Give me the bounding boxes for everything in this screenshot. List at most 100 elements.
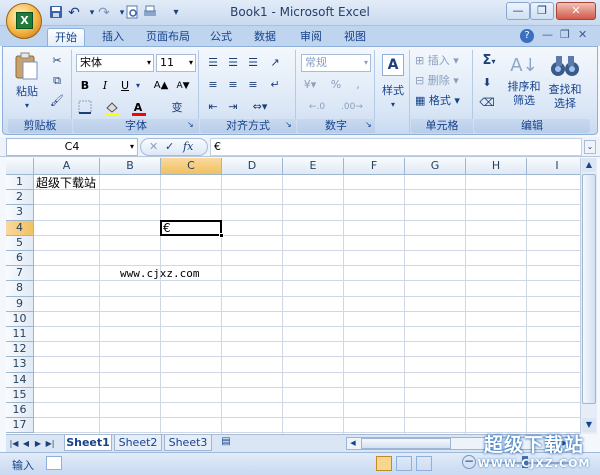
clear-icon[interactable]: ⌫ — [478, 94, 496, 111]
normal-view-icon[interactable] — [376, 456, 392, 471]
column-header[interactable]: E — [283, 158, 344, 175]
align-middle-icon[interactable]: ☰ — [224, 54, 242, 71]
orientation-icon[interactable]: ↗ — [266, 54, 284, 71]
percent-button[interactable]: % — [327, 76, 345, 93]
align-left-icon[interactable]: ≡ — [204, 76, 222, 93]
increase-decimal-button[interactable]: ←.0 — [301, 98, 333, 115]
row-header[interactable]: 5 — [6, 235, 34, 251]
autosum-button[interactable]: Σ▾ — [478, 52, 500, 69]
first-sheet-icon[interactable]: |◀ — [8, 437, 20, 451]
italic-button[interactable]: I — [96, 77, 114, 94]
help-icon[interactable]: ? — [520, 29, 534, 43]
decrease-indent-icon[interactable]: ⇤ — [204, 98, 222, 115]
bold-button[interactable]: B — [76, 77, 94, 94]
underline-dropdown-icon[interactable]: ▾ — [136, 81, 140, 90]
font-color-icon[interactable]: A — [129, 99, 147, 116]
row-header[interactable]: 6 — [6, 251, 34, 267]
delete-cells-button[interactable]: ⊟ 删除 ▾ — [415, 74, 471, 88]
workbook-restore-icon[interactable]: ❐ — [560, 28, 570, 41]
format-painter-icon[interactable]: 🖌 — [48, 92, 66, 109]
sheet-tab-sheet2[interactable]: Sheet2 — [114, 435, 162, 451]
cell-a1[interactable]: 超级下载站 — [36, 176, 96, 190]
tab-data[interactable]: 数据 — [248, 28, 282, 46]
paste-button[interactable]: 粘贴 ▾ — [12, 52, 42, 110]
row-header[interactable]: 2 — [6, 190, 34, 206]
font-name-dropdown[interactable]: 宋体 ▾ — [76, 54, 154, 72]
page-layout-view-icon[interactable] — [396, 456, 412, 471]
fill-icon[interactable]: ⬇ — [478, 74, 496, 91]
row-header[interactable]: 17 — [6, 418, 34, 434]
row-header[interactable]: 14 — [6, 372, 34, 388]
wrap-text-icon[interactable]: ↵ — [266, 76, 284, 93]
find-select-button[interactable]: 查找和 选择 — [544, 52, 586, 116]
font-size-dropdown[interactable]: 11 ▾ — [156, 54, 196, 72]
formula-input[interactable]: € — [210, 138, 582, 156]
row-header[interactable]: 9 — [6, 296, 34, 312]
tab-view[interactable]: 视图 — [338, 28, 372, 46]
copy-icon[interactable]: ⧉ — [48, 72, 66, 89]
insert-cells-button[interactable]: ⊞ 插入 ▾ — [415, 54, 471, 68]
tab-page-layout[interactable]: 页面布局 — [140, 28, 196, 46]
row-header[interactable]: 4 — [6, 220, 34, 236]
select-all-corner[interactable] — [6, 158, 34, 175]
horizontal-scroll-thumb[interactable] — [361, 438, 451, 449]
alignment-dialog-launcher-icon[interactable]: ↘ — [285, 120, 292, 129]
row-header[interactable]: 10 — [6, 311, 34, 327]
column-header[interactable]: A — [34, 158, 100, 175]
column-header[interactable]: I — [527, 158, 580, 175]
row-header[interactable]: 15 — [6, 387, 34, 403]
align-center-icon[interactable]: ≡ — [224, 76, 242, 93]
borders-icon[interactable] — [76, 99, 94, 116]
office-button[interactable]: X — [6, 3, 42, 39]
tab-home[interactable]: 开始 — [47, 28, 85, 46]
worksheet-grid[interactable]: A B C D E F G H I 1 2 3 4 5 6 7 8 9 10 11 12 13 14 15 16 17 超级下载站 €… — [6, 158, 580, 434]
enter-check-icon[interactable]: ✓ — [165, 140, 174, 153]
decrease-decimal-button[interactable]: .00→ — [335, 98, 369, 115]
close-button[interactable]: ✕ — [556, 2, 596, 20]
macro-record-icon[interactable] — [46, 456, 62, 470]
active-cell-border[interactable] — [160, 219, 222, 236]
ribbon-minimize-icon[interactable]: — — [542, 28, 553, 41]
number-format-dropdown[interactable]: 常规 ▾ — [301, 54, 371, 72]
tab-insert[interactable]: 插入 — [96, 28, 130, 46]
workbook-close-icon[interactable]: ✕ — [578, 28, 587, 41]
align-top-icon[interactable]: ☰ — [204, 54, 222, 71]
number-dialog-launcher-icon[interactable]: ↘ — [365, 120, 372, 129]
scroll-left-icon[interactable]: ◀ — [347, 438, 359, 449]
align-right-icon[interactable]: ≡ — [244, 76, 262, 93]
name-box[interactable]: C4 ▾ — [6, 138, 138, 156]
restore-button[interactable]: ❐ — [530, 2, 554, 20]
underline-button[interactable]: U — [116, 77, 134, 94]
column-header[interactable]: B — [100, 158, 161, 175]
currency-icon[interactable]: ¥▾ — [301, 76, 319, 93]
insert-sheet-icon[interactable]: ▤ — [216, 436, 236, 450]
next-sheet-icon[interactable]: ▶ — [32, 437, 44, 451]
styles-button[interactable]: A 样式 ▾ — [378, 52, 408, 114]
sheet-tab-sheet1[interactable]: Sheet1 — [64, 435, 112, 451]
row-header[interactable]: 11 — [6, 327, 34, 343]
prev-sheet-icon[interactable]: ◀ — [20, 437, 32, 451]
shrink-font-button[interactable]: A▼ — [173, 77, 193, 94]
vertical-scrollbar[interactable]: ▲ ▼ — [580, 158, 597, 434]
row-header[interactable]: 7 — [6, 266, 34, 282]
row-header[interactable]: 13 — [6, 357, 34, 373]
row-header[interactable]: 3 — [6, 205, 34, 221]
phonetic-guide-icon[interactable]: 变 — [163, 99, 191, 116]
minimize-button[interactable]: — — [506, 2, 530, 20]
tab-review[interactable]: 审阅 — [294, 28, 328, 46]
insert-function-icon[interactable]: fx — [183, 140, 193, 153]
page-break-view-icon[interactable] — [416, 456, 432, 471]
scroll-up-icon[interactable]: ▲ — [582, 158, 596, 172]
column-header[interactable]: G — [405, 158, 466, 175]
column-header[interactable]: C — [161, 158, 222, 175]
column-header[interactable]: D — [222, 158, 283, 175]
column-header[interactable]: F — [344, 158, 405, 175]
sort-filter-button[interactable]: A↓ 排序和 筛选 — [506, 52, 542, 116]
cell-b7[interactable]: www.cjxz.com — [120, 267, 199, 281]
grow-font-button[interactable]: A▲ — [151, 77, 171, 94]
last-sheet-icon[interactable]: ▶| — [44, 437, 56, 451]
comma-button[interactable]: , — [349, 76, 367, 93]
row-header[interactable]: 16 — [6, 403, 34, 419]
cancel-entry-icon[interactable]: ✕ — [149, 140, 158, 153]
row-header[interactable]: 1 — [6, 175, 34, 191]
